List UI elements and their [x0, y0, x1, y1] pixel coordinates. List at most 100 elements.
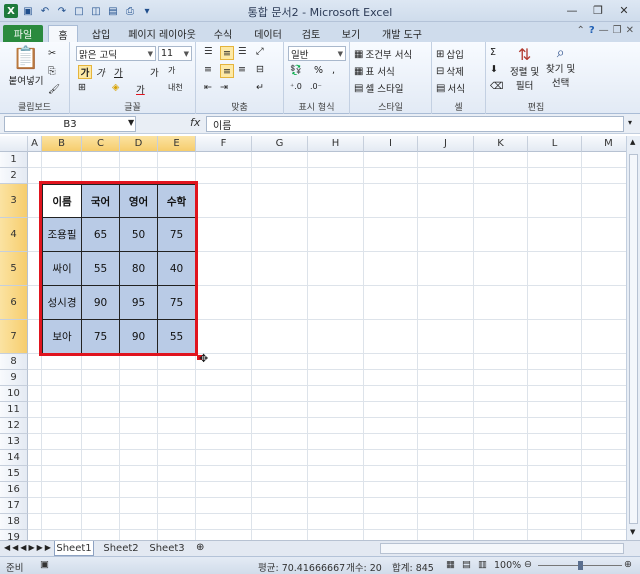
- table-cell[interactable]: 90: [120, 320, 158, 354]
- zoom-level[interactable]: 100%: [494, 560, 521, 571]
- column-header-d[interactable]: D: [120, 136, 158, 152]
- column-header-e[interactable]: E: [158, 136, 196, 152]
- scroll-thumb[interactable]: [629, 154, 638, 524]
- table-cell[interactable]: 조용필: [42, 218, 82, 252]
- merge-center-icon[interactable]: ⊟: [256, 64, 264, 75]
- fill-icon[interactable]: ⬇: [490, 64, 498, 75]
- tab-insert[interactable]: 삽입: [86, 25, 116, 42]
- font-color-button[interactable]: 가: [136, 82, 145, 96]
- column-header-h[interactable]: H: [308, 136, 364, 152]
- conditional-format-button[interactable]: ▦ 조건부 서식: [354, 47, 412, 62]
- sort-filter-button[interactable]: ⇅ 정렬 및 필터: [510, 45, 539, 92]
- tab-developer[interactable]: 개발 도구: [376, 25, 428, 42]
- table-cell[interactable]: 싸이: [42, 252, 82, 286]
- row-header-7[interactable]: 7: [0, 320, 28, 354]
- tab-home[interactable]: 홈: [48, 25, 78, 42]
- horizontal-scrollbar[interactable]: [380, 543, 624, 554]
- percent-button[interactable]: %: [314, 65, 323, 76]
- font-size-select[interactable]: 11 ▼: [158, 46, 192, 61]
- cut-icon[interactable]: ✂: [48, 48, 56, 59]
- format-painter-icon[interactable]: 🖌: [48, 84, 60, 95]
- format-cells-button[interactable]: ▤ 서식: [436, 81, 465, 96]
- table-header-cell[interactable]: 수학: [158, 184, 196, 218]
- column-header-m[interactable]: M: [582, 136, 626, 152]
- row-header-17[interactable]: 17: [0, 498, 28, 514]
- paste-button[interactable]: 📋 붙여넣기: [8, 46, 44, 87]
- format-table-button[interactable]: ▦ 표 서식: [354, 64, 395, 79]
- row-header-14[interactable]: 14: [0, 450, 28, 466]
- table-cell[interactable]: 55: [82, 252, 120, 286]
- insert-cells-button[interactable]: ⊞ 삽입: [436, 47, 464, 62]
- tab-page-layout[interactable]: 페이지 레이아웃: [124, 25, 200, 42]
- row-header-19[interactable]: 19: [0, 530, 28, 540]
- name-box-dropdown-icon[interactable]: ▼: [128, 118, 134, 127]
- column-header-a[interactable]: A: [28, 136, 42, 152]
- tab-file[interactable]: 파일: [3, 25, 43, 42]
- macro-record-icon[interactable]: ▣: [40, 559, 49, 570]
- tab-formulas[interactable]: 수식: [208, 25, 238, 42]
- row-header-2[interactable]: 2: [0, 168, 28, 184]
- column-header-k[interactable]: K: [474, 136, 528, 152]
- table-cell[interactable]: 90: [82, 286, 120, 320]
- accounting-icon[interactable]: 💱: [290, 65, 302, 76]
- normal-view-icon[interactable]: ▦: [446, 559, 455, 570]
- borders-icon[interactable]: ⊞: [78, 82, 86, 93]
- copy-icon[interactable]: ⎘: [48, 66, 56, 77]
- font-name-select[interactable]: 맑은 고딕 ▼: [76, 46, 156, 61]
- row-header-13[interactable]: 13: [0, 434, 28, 450]
- align-middle-icon[interactable]: ≡: [220, 46, 234, 60]
- column-header-j[interactable]: J: [418, 136, 474, 152]
- column-header-b[interactable]: B: [42, 136, 82, 152]
- page-break-view-icon[interactable]: ▥: [478, 559, 487, 570]
- row-header-16[interactable]: 16: [0, 482, 28, 498]
- align-left-icon[interactable]: ≡: [204, 64, 212, 75]
- scroll-up-icon[interactable]: ▲: [630, 138, 635, 146]
- sheet-navigation-icons[interactable]: ◀◀◀▶▶▶: [4, 543, 53, 552]
- decrease-decimal-icon[interactable]: .0⁻: [310, 82, 322, 91]
- workbook-close-icon[interactable]: ✕: [626, 25, 634, 36]
- table-cell[interactable]: 80: [120, 252, 158, 286]
- minimize-ribbon-icon[interactable]: ⌃: [576, 25, 584, 36]
- zoom-slider-thumb[interactable]: [578, 561, 583, 570]
- orientation-icon[interactable]: ⤢: [256, 46, 264, 57]
- row-header-12[interactable]: 12: [0, 418, 28, 434]
- row-header-15[interactable]: 15: [0, 466, 28, 482]
- autosum-icon[interactable]: Σ: [490, 47, 496, 58]
- comma-icon[interactable]: ,: [332, 65, 335, 76]
- close-icon[interactable]: ✕: [612, 2, 636, 18]
- insert-function-button[interactable]: fx: [190, 116, 200, 129]
- phonetic-button[interactable]: 내천: [168, 82, 183, 93]
- italic-button[interactable]: 가: [96, 65, 105, 79]
- zoom-in-icon[interactable]: ⊕: [624, 559, 632, 570]
- tab-review[interactable]: 검토: [296, 25, 326, 42]
- row-header-1[interactable]: 1: [0, 152, 28, 168]
- row-header-4[interactable]: 4: [0, 218, 28, 252]
- tab-data[interactable]: 데이터: [250, 25, 286, 42]
- column-header-i[interactable]: I: [364, 136, 418, 152]
- table-cell[interactable]: 75: [158, 218, 196, 252]
- help-icon[interactable]: ?: [589, 25, 595, 36]
- worksheet-grid[interactable]: A B C D E F G H I J K L M 1 2 3 4 5 6 7 8 9 10 11 12 13 14 15 16 17 18…: [0, 136, 626, 540]
- table-cell[interactable]: 보아: [42, 320, 82, 354]
- name-box[interactable]: B3: [4, 116, 136, 132]
- tab-view[interactable]: 보기: [336, 25, 366, 42]
- row-header-9[interactable]: 9: [0, 370, 28, 386]
- table-cell[interactable]: 95: [120, 286, 158, 320]
- find-select-button[interactable]: ⌕ 찾기 및 선택: [546, 45, 575, 89]
- align-right-icon[interactable]: ≡: [238, 64, 246, 75]
- restore-icon[interactable]: ❐: [586, 2, 610, 18]
- table-cell[interactable]: 75: [158, 286, 196, 320]
- table-cell[interactable]: 75: [82, 320, 120, 354]
- row-header-10[interactable]: 10: [0, 386, 28, 402]
- row-header-11[interactable]: 11: [0, 402, 28, 418]
- bold-button[interactable]: 가: [78, 65, 92, 79]
- table-cell[interactable]: 40: [158, 252, 196, 286]
- row-header-3[interactable]: 3: [0, 184, 28, 218]
- table-cell[interactable]: 65: [82, 218, 120, 252]
- table-cell[interactable]: 50: [120, 218, 158, 252]
- workbook-minimize-icon[interactable]: —: [599, 25, 609, 36]
- select-all-corner[interactable]: [0, 136, 28, 152]
- column-header-c[interactable]: C: [82, 136, 120, 152]
- align-bottom-icon[interactable]: ☰: [238, 46, 247, 57]
- fill-color-icon[interactable]: ◈: [112, 82, 119, 93]
